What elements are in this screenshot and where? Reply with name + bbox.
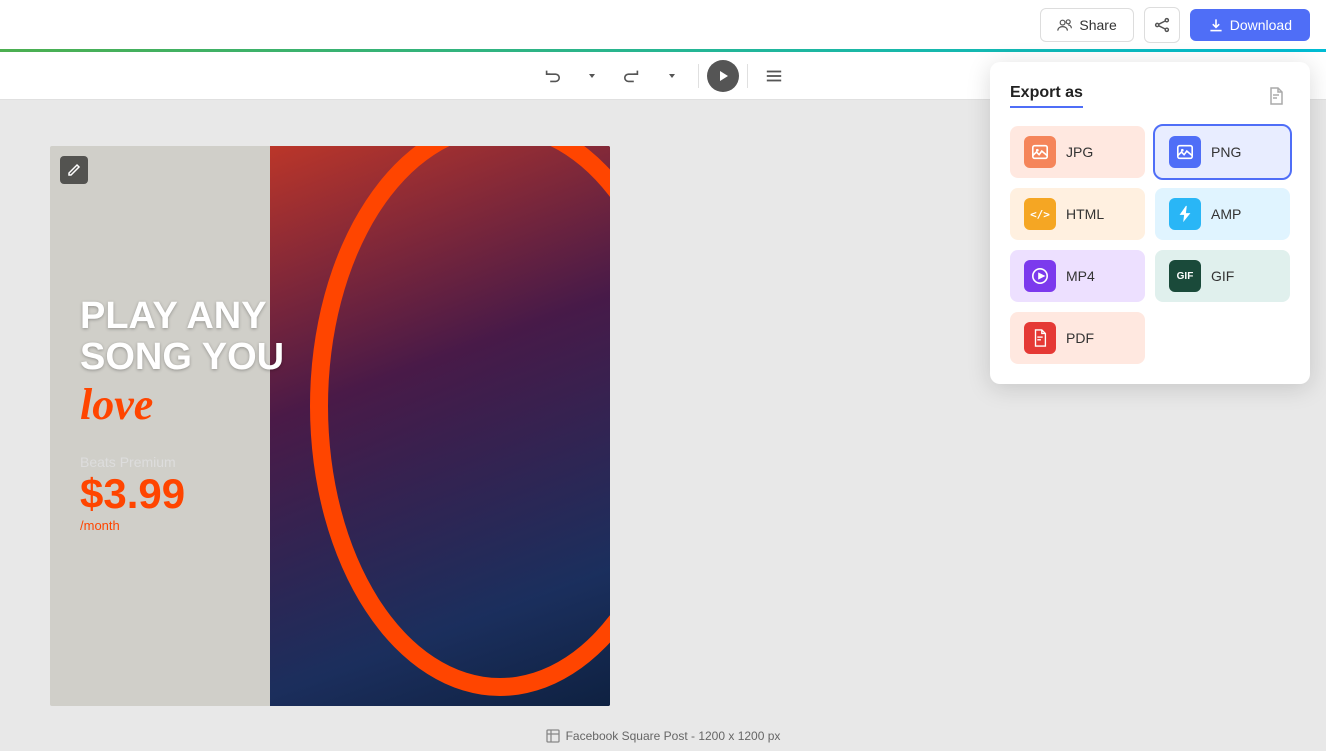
status-text: Facebook Square Post - 1200 x 1200 px [546, 729, 781, 743]
topbar: Share Download [0, 0, 1326, 52]
mp4-icon [1024, 260, 1056, 292]
png-label: PNG [1211, 144, 1241, 160]
canvas-subtitle: Beats Premium [80, 454, 284, 470]
canvas-love-text: love [80, 379, 284, 430]
undo-icon [543, 67, 561, 85]
download-button[interactable]: Download [1190, 9, 1310, 41]
canvas-size-label: Facebook Square Post - 1200 x 1200 px [566, 729, 781, 743]
edit-icon-button[interactable] [60, 156, 88, 184]
html-label: HTML [1066, 206, 1104, 222]
canvas-headline-2: SONG YOU [80, 337, 284, 379]
export-header: Export as [1010, 82, 1290, 110]
design-canvas[interactable]: PLAY ANY SONG YOU love Beats Premium $3.… [50, 146, 610, 706]
canvas-text-block: PLAY ANY SONG YOU love Beats Premium $3.… [80, 296, 284, 534]
export-title: Export as [1010, 84, 1083, 108]
gif-icon: GIF [1169, 260, 1201, 292]
share-button[interactable]: Share [1040, 8, 1133, 42]
jpg-icon [1024, 136, 1056, 168]
toolbar-separator-2 [747, 64, 748, 88]
hamburger-icon [765, 67, 783, 85]
share-label: Share [1079, 17, 1116, 33]
amp-icon [1169, 198, 1201, 230]
amp-label: AMP [1211, 206, 1241, 222]
mp4-label: MP4 [1066, 268, 1095, 284]
pencil-icon [67, 163, 81, 177]
users-icon [1057, 17, 1073, 33]
png-icon [1169, 136, 1201, 168]
redo-button[interactable] [614, 58, 650, 94]
gif-label: GIF [1211, 268, 1234, 284]
export-mp4-option[interactable]: MP4 [1010, 250, 1145, 302]
download-label: Download [1230, 17, 1292, 33]
share-network-button[interactable] [1144, 7, 1180, 43]
resize-icon [546, 729, 560, 743]
export-jpg-option[interactable]: JPG [1010, 126, 1145, 178]
export-doc-icon-button[interactable] [1262, 82, 1290, 110]
redo-dropdown-button[interactable] [654, 58, 690, 94]
html-icon: </> [1024, 198, 1056, 230]
export-options-grid: JPG PNG </> HTML AM [1010, 126, 1290, 364]
chevron-down-icon [587, 71, 597, 81]
undo-button[interactable] [534, 58, 570, 94]
play-button[interactable] [707, 60, 739, 92]
pdf-icon [1024, 322, 1056, 354]
export-gif-option[interactable]: GIF GIF [1155, 250, 1290, 302]
export-panel: Export as JPG [990, 62, 1310, 384]
export-html-option[interactable]: </> HTML [1010, 188, 1145, 240]
jpg-label: JPG [1066, 144, 1093, 160]
canvas-headline-1: PLAY ANY [80, 296, 284, 338]
status-bar: Facebook Square Post - 1200 x 1200 px [0, 721, 1326, 751]
play-icon [717, 70, 729, 82]
canvas-period: /month [80, 518, 284, 533]
redo-icon [623, 67, 641, 85]
chevron-down-2-icon [667, 71, 677, 81]
download-icon [1208, 17, 1224, 33]
export-amp-option[interactable]: AMP [1155, 188, 1290, 240]
toolbar-separator [698, 64, 699, 88]
menu-button[interactable] [756, 58, 792, 94]
export-png-option[interactable]: PNG [1155, 126, 1290, 178]
canvas-price: $3.99 [80, 470, 284, 518]
export-pdf-option[interactable]: PDF [1010, 312, 1145, 364]
pdf-label: PDF [1066, 330, 1094, 346]
undo-dropdown-button[interactable] [574, 58, 610, 94]
share-icon [1154, 17, 1170, 33]
document-icon [1266, 86, 1286, 106]
